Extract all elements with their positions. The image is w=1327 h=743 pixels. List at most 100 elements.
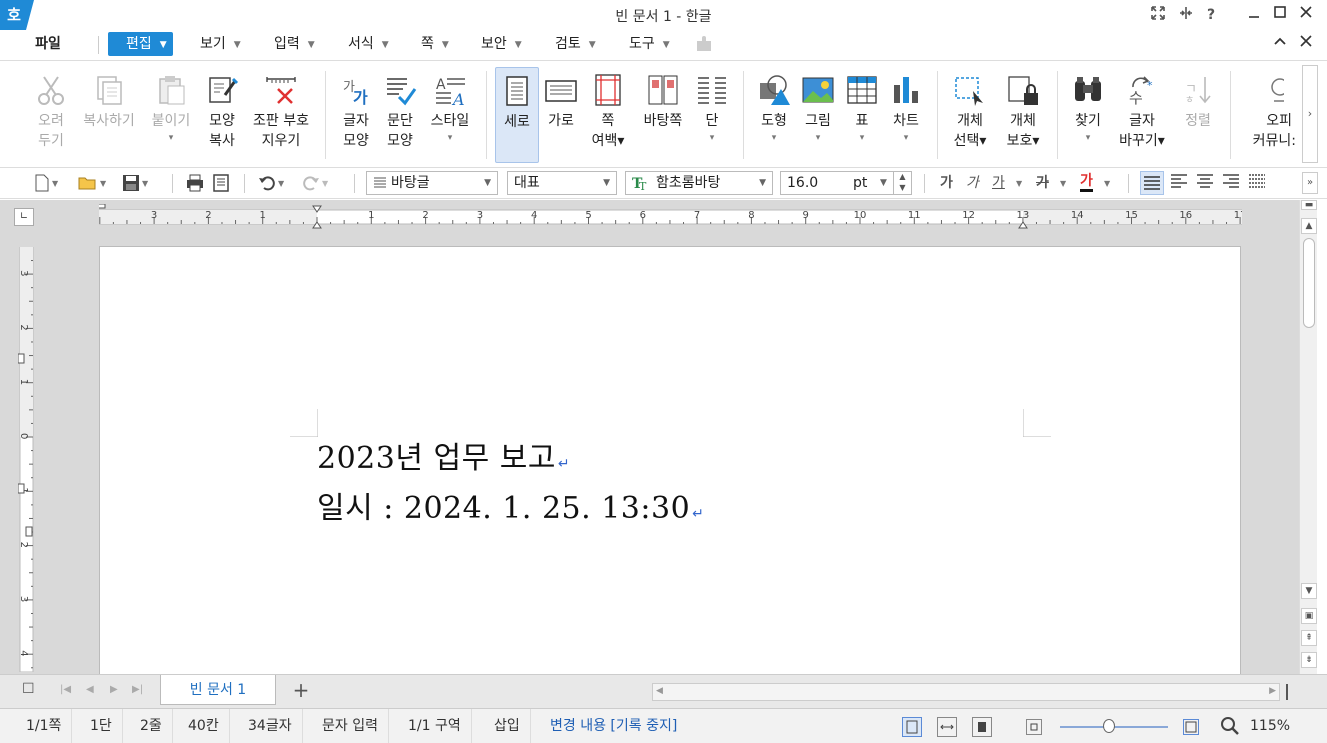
strikethrough-button[interactable]: 가 <box>1036 172 1049 194</box>
scroll-left-icon[interactable]: ◀ <box>656 686 663 696</box>
page-margin-button[interactable]: 쪽 여백▾ <box>585 67 631 163</box>
magnifier-icon[interactable] <box>1220 716 1240 740</box>
chevron-down-icon[interactable]: ▼ <box>1058 172 1066 194</box>
shape-button[interactable]: 도형 ▾ <box>754 67 794 163</box>
zoom-slider-thumb[interactable] <box>1102 719 1115 733</box>
menu-tools[interactable]: 도구 ▼ <box>629 32 670 56</box>
chevron-down-icon[interactable]: ▼ <box>880 172 887 194</box>
vertical-scrollbar[interactable]: ▬ ▲ ▼ ▣ ⇞ ⇟ <box>1299 200 1317 674</box>
prev-page-icon[interactable]: ⇞ <box>1301 630 1317 646</box>
font-size-input[interactable]: 16.0 pt ▼ ▲ ▼ <box>780 171 912 195</box>
object-select-button[interactable]: 개체 선택▾ <box>948 67 992 163</box>
chevron-down-icon[interactable]: ▼ <box>1014 172 1022 194</box>
sort-button[interactable]: ㄱㅎ 정렬 <box>1176 67 1220 163</box>
ribbon-scroll-right-icon[interactable]: › <box>1302 65 1318 163</box>
scroll-up-icon[interactable]: ▲ <box>1301 218 1317 234</box>
zoom-out-icon[interactable] <box>1026 719 1042 735</box>
print-preview-button[interactable] <box>212 172 230 194</box>
paragraph-shape-button[interactable]: 문단 모양 <box>380 67 420 163</box>
find-button[interactable]: 찾기 ▾ <box>1068 67 1108 163</box>
redo-button[interactable]: ▼ <box>302 172 328 194</box>
width-fit-icon[interactable] <box>937 717 957 737</box>
align-justify-button[interactable] <box>1140 171 1164 195</box>
chevron-down-icon[interactable]: ▼ <box>1102 172 1110 194</box>
office-community-button[interactable]: 오피 커뮤니: <box>1238 67 1296 163</box>
close-doc-icon[interactable] <box>1296 34 1316 54</box>
scroll-right-icon[interactable]: ▶ <box>1269 686 1276 696</box>
paste-button[interactable]: 붙이기 ▾ <box>144 67 198 163</box>
fullscreen-icon[interactable] <box>1148 5 1168 25</box>
tab-type-icon[interactable]: ∟ <box>14 208 34 226</box>
tab-list-icon[interactable]: ☐ <box>22 681 35 697</box>
page-view-icon[interactable]: ▣ <box>1301 608 1317 624</box>
add-tab-icon[interactable]: + <box>286 677 316 703</box>
minimize-icon[interactable] <box>1244 5 1264 25</box>
undo-button[interactable]: ▼ <box>258 172 284 194</box>
align-left-button[interactable] <box>1170 172 1188 194</box>
document-page[interactable]: 2023년 업무 보고 ↵ 일시 : 2024. 1. 25. 13:30 ↵ <box>99 246 1241 676</box>
open-button[interactable]: ▼ <box>78 172 106 194</box>
style-button[interactable]: AA 스타일 ▾ <box>424 67 476 163</box>
numbering-select[interactable]: 대표 ▼ <box>507 171 617 195</box>
menu-security[interactable]: 보안 ▼ <box>481 32 522 56</box>
italic-button[interactable]: 가 <box>966 172 979 194</box>
portrait-button[interactable]: 세로 <box>495 67 539 163</box>
font-color-button[interactable]: 가 <box>1080 172 1093 192</box>
scroll-thumb[interactable] <box>1303 238 1315 328</box>
bold-button[interactable]: 가 <box>940 172 953 194</box>
status-insert[interactable]: 삽입 <box>484 709 531 743</box>
new-doc-button[interactable]: ▼ <box>34 172 58 194</box>
collapse-ribbon-icon[interactable] <box>1270 34 1290 54</box>
style-select[interactable]: 바탕글 ▼ <box>366 171 498 195</box>
hsplit-handle-icon[interactable] <box>1286 684 1292 700</box>
page-fit-icon[interactable] <box>972 717 992 737</box>
distribute-button[interactable] <box>1248 172 1266 194</box>
master-page-button[interactable]: 바탕쪽 <box>637 67 689 163</box>
close-icon[interactable] <box>1296 5 1316 25</box>
replace-button[interactable]: 수 * 글자 바꾸기▾ <box>1114 67 1170 163</box>
menu-page[interactable]: 쪽 ▼ <box>421 32 449 56</box>
save-button[interactable]: ▼ <box>122 172 148 194</box>
normal-view-icon[interactable] <box>902 717 922 737</box>
menu-insert[interactable]: 입력 ▼ <box>274 32 315 56</box>
scroll-down-icon[interactable]: ▼ <box>1301 583 1317 599</box>
menu-review[interactable]: 검토 ▼ <box>555 32 596 56</box>
menu-format[interactable]: 서식 ▼ <box>348 32 389 56</box>
puzzle-icon[interactable] <box>694 32 714 56</box>
help-icon[interactable]: ? <box>1201 5 1221 25</box>
print-button[interactable] <box>186 172 204 194</box>
split-view-icon[interactable] <box>1176 5 1196 25</box>
first-tab-icon[interactable]: |◀ <box>60 684 71 695</box>
next-tab-icon[interactable]: ▶ <box>110 684 118 695</box>
maximize-icon[interactable] <box>1270 5 1290 25</box>
vertical-ruler[interactable]: 32101234 <box>18 247 34 672</box>
doc-line-2[interactable]: 일시 : 2024. 1. 25. 13:30 ↵ <box>317 483 704 527</box>
chart-button[interactable]: 차트 ▾ <box>886 67 926 163</box>
cut-button[interactable]: 오려 두기 <box>26 67 76 163</box>
landscape-button[interactable]: 가로 <box>541 67 581 163</box>
tab-document-1[interactable]: 빈 문서 1 <box>160 675 276 705</box>
prev-tab-icon[interactable]: ◀ <box>86 684 94 695</box>
copy-button[interactable]: 복사하기 <box>78 67 140 163</box>
last-tab-icon[interactable]: ▶| <box>132 684 143 695</box>
clear-marks-button[interactable]: 조판 부호 지우기 <box>248 67 314 163</box>
toolbar-expand-icon[interactable]: » <box>1302 172 1318 194</box>
zoom-in-icon[interactable] <box>1183 719 1199 735</box>
table-button[interactable]: 표 ▾ <box>842 67 882 163</box>
font-select[interactable]: TT 함초롬바탕 ▼ <box>625 171 773 195</box>
picture-button[interactable]: 그림 ▾ <box>798 67 838 163</box>
doc-line-1[interactable]: 2023년 업무 보고 ↵ <box>317 433 570 477</box>
object-protect-button[interactable]: 개체 보호▾ <box>999 67 1047 163</box>
status-page[interactable]: 1/1쪽 <box>16 709 73 743</box>
size-stepper-icon[interactable]: ▲ ▼ <box>893 171 911 195</box>
horizontal-ruler[interactable]: 3211234567891011121314151617 <box>99 204 1242 229</box>
menu-view[interactable]: 보기 ▼ <box>200 32 241 56</box>
char-shape-button[interactable]: 가가 글자 모양 <box>336 67 376 163</box>
format-painter-button[interactable]: 모양 복사 <box>200 67 244 163</box>
menu-file[interactable]: 파일 <box>16 32 80 56</box>
align-center-button[interactable] <box>1196 172 1214 194</box>
zoom-value[interactable]: 115% <box>1240 709 1300 743</box>
menu-edit[interactable]: 편집 ▼ <box>108 32 173 56</box>
align-right-button[interactable] <box>1222 172 1240 194</box>
underline-button[interactable]: 가 <box>992 172 1005 194</box>
